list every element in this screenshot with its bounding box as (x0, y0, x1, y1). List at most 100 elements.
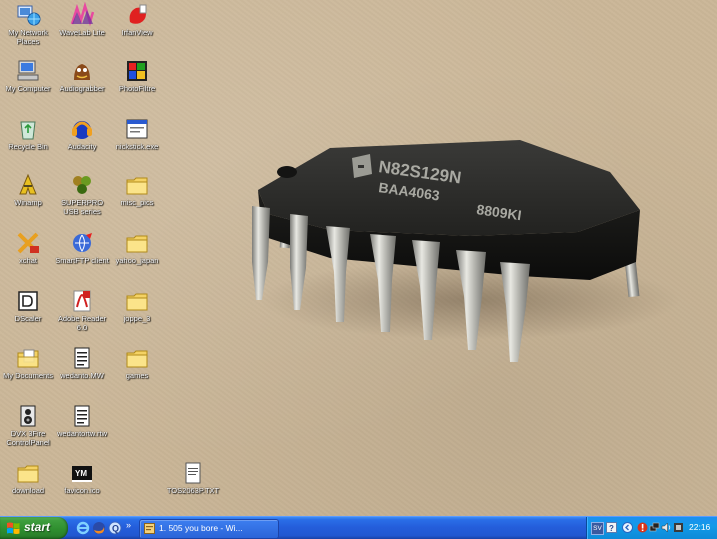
desktop-icon-adobe-reader[interactable]: Adobe Reader 6.0 (54, 288, 110, 332)
tray-expand-icon[interactable] (622, 522, 633, 533)
desktop-icon-joppe-3[interactable]: joppe_3 (109, 288, 165, 324)
desktop-icon-winamp[interactable]: Winamp (0, 172, 56, 208)
svg-text:Q: Q (112, 524, 119, 534)
irfanview-icon (129, 4, 147, 24)
desktop-icon-label: WaveLab Lite (59, 28, 105, 37)
document-icon (74, 405, 90, 427)
desktop-icon-wedanto-rtw[interactable]: wedantortw.rtw (54, 403, 110, 439)
security-alert-icon[interactable] (637, 522, 648, 533)
recycle-bin-icon (20, 121, 36, 140)
desktop-icon-label: SUPERPRO USB series (60, 198, 104, 216)
taskbar-window-button[interactable]: 1. 505 you bore - Wi... (139, 519, 279, 539)
desktop-icon-label: My Documents (2, 371, 53, 380)
desktop-icon-audiograbber[interactable]: Audiograbber (54, 58, 110, 94)
desktop-icon-download[interactable]: download (0, 460, 56, 496)
network-connection-icon[interactable] (649, 522, 660, 533)
document-icon (74, 347, 90, 369)
dscaler-icon (18, 291, 38, 311)
window-app-icon (126, 119, 148, 139)
desktop-icon-photofiltre[interactable]: PhotoFiltre (109, 58, 165, 94)
desktop-icon-label: Winamp (14, 198, 42, 207)
desktop-icon-smartftp[interactable]: SmartFTP client (54, 230, 110, 266)
desktop-icon-irfanview[interactable]: IrfanView (109, 2, 165, 38)
desktop-icon-label: TOS2063P.TXT (166, 486, 220, 495)
desktop-icon-dscaler[interactable]: DScaler (0, 288, 56, 324)
desktop-icon-label: wedanto.MW (60, 371, 104, 380)
desktop-icon-label: nickstick.exe (115, 142, 159, 151)
taskbar-window-label: 1. 505 you bore - Wi... (159, 523, 243, 533)
photofiltre-icon (127, 61, 147, 81)
window-app-icon (144, 523, 155, 534)
tray-app-icon[interactable] (673, 522, 684, 533)
desktop-icon-nick-exe[interactable]: nickstick.exe (109, 116, 165, 152)
desktop-icon-tos-txt[interactable]: TOS2063P.TXT (165, 460, 221, 496)
speaker-icon (20, 405, 36, 427)
desktop-icon-label: DVX 3Fire ControlPanel (6, 429, 50, 447)
desktop-icon-label: Recycle Bin (8, 142, 48, 151)
desktop-icon-misc-pics[interactable]: misc_pics (109, 172, 165, 208)
desktop-icon-recycle-bin[interactable]: Recycle Bin (0, 116, 56, 152)
firefox-icon[interactable] (92, 521, 106, 535)
wavelab-icon (70, 2, 95, 27)
desktop-icon-label: PhotoFiltre (118, 84, 156, 93)
desktop-icon-label: games (125, 371, 149, 380)
desktop-icon-my-network-places[interactable]: My Network Places (0, 2, 56, 46)
desktop-icon-dvx-control[interactable]: DVX 3Fire ControlPanel (0, 403, 56, 447)
adobe-reader-icon (73, 290, 91, 312)
desktop-icon-my-documents[interactable]: My Documents (0, 345, 56, 381)
quicktime-icon[interactable]: Q (108, 521, 122, 535)
desktop-icon-superpro[interactable]: SUPERPRO USB series (54, 172, 110, 216)
desktop-icon-my-computer[interactable]: My Computer (0, 58, 56, 94)
windows-flag-icon (7, 522, 20, 534)
desktop-icon-label: download (11, 486, 45, 495)
xchat-icon (17, 232, 39, 254)
favicon-icon: YM (72, 466, 92, 482)
desktop-icon-label: Audiograbber (59, 84, 105, 93)
desktop: N82S129N BAA4063 8809KI My Network Place… (0, 0, 717, 516)
desktop-icon-favicon[interactable]: YM favicon.ico (54, 460, 110, 496)
desktop-icon-label: My Network Places (8, 28, 48, 46)
desktop-icon-label: SmartFTP client (55, 256, 109, 265)
winamp-icon (19, 173, 37, 195)
folder-icon (126, 177, 148, 195)
desktop-icon-label: My Computer (5, 84, 51, 93)
my-documents-icon (17, 349, 39, 368)
folder-icon (126, 235, 148, 253)
my-computer-icon (17, 60, 39, 81)
start-label: start (24, 520, 51, 534)
system-tray: SV ? 22:16 (586, 517, 717, 539)
desktop-icon-label: yahoo_japan (115, 256, 159, 265)
desktop-icon-games[interactable]: games (109, 345, 165, 381)
desktop-icon-label: wedantortw.rtw (56, 429, 108, 438)
chip-body-top (258, 140, 640, 236)
start-button[interactable]: start (0, 517, 68, 539)
folder-icon (126, 350, 148, 368)
folder-icon (17, 465, 39, 483)
desktop-icon-xchat[interactable]: xchat (0, 230, 56, 266)
quicklaunch-more-button[interactable]: » (126, 520, 131, 530)
desktop-icon-label: favicon.ico (64, 486, 100, 495)
desktop-icon-audacity[interactable]: Audacity (54, 116, 110, 152)
audiograbber-icon (74, 64, 90, 80)
smartftp-icon (73, 233, 92, 252)
desktop-icon-label: xchat (19, 256, 37, 265)
svg-text:?: ? (609, 524, 614, 533)
taskbar: start Q » 1. 505 you bore - Wi... SV ? 2… (0, 516, 717, 539)
superpro-icon (73, 176, 91, 194)
desktop-icon-yahoo-japan[interactable]: yahoo_japan (109, 230, 165, 266)
language-indicator[interactable]: SV (591, 522, 604, 535)
desktop-icon-label: DScaler (14, 314, 42, 323)
audacity-icon (72, 121, 92, 139)
volume-icon[interactable] (661, 522, 672, 533)
desktop-icon-label: Audacity (67, 142, 97, 151)
help-icon[interactable]: ? (606, 522, 617, 533)
clock[interactable]: 22:16 (689, 522, 710, 532)
internet-explorer-icon[interactable] (76, 521, 90, 535)
svg-text:YM: YM (75, 469, 87, 478)
text-file-icon (185, 462, 201, 484)
desktop-icon-wavelab-lite[interactable]: WaveLab Lite (54, 2, 110, 38)
desktop-icon-wedanto-mw[interactable]: wedanto.MW (54, 345, 110, 381)
desktop-icon-label: joppe_3 (123, 314, 151, 323)
network-places-icon (17, 5, 41, 26)
desktop-icon-label: IrfanView (121, 28, 153, 37)
